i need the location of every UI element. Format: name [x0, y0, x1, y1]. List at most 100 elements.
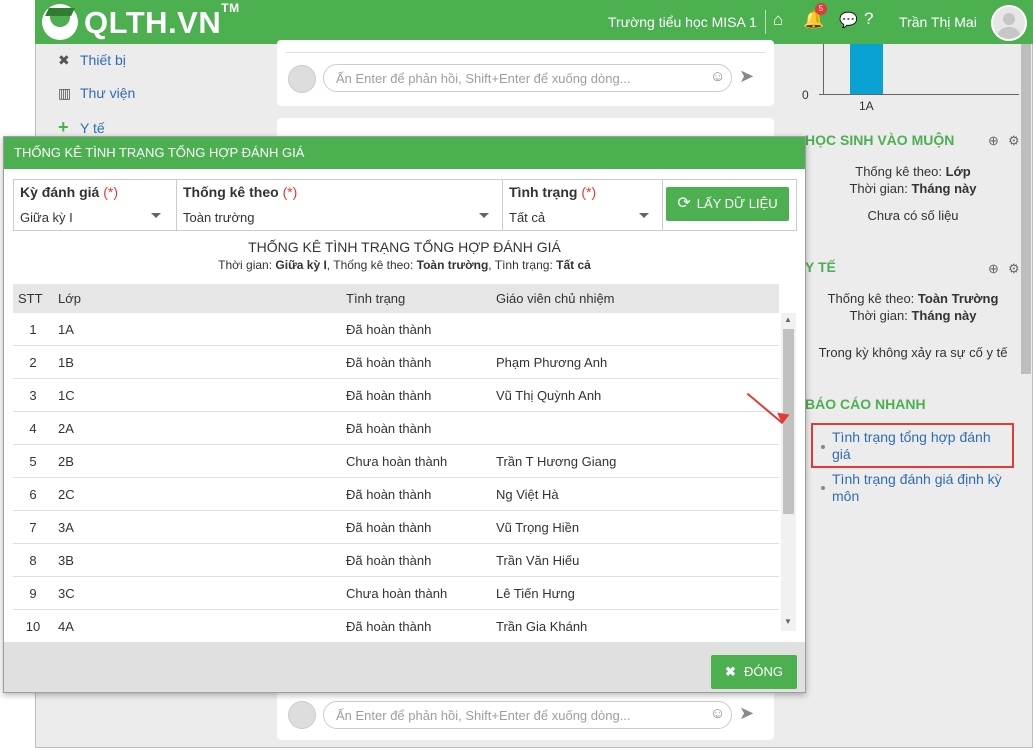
cell-class: 1C: [58, 388, 75, 403]
reply-avatar: [288, 65, 316, 93]
close-button[interactable]: ✖ ĐÓNG: [711, 655, 797, 689]
user-avatar[interactable]: [991, 5, 1027, 41]
sidebar-item-health[interactable]: + Y tế: [58, 117, 105, 138]
brand-name[interactable]: QLTH.VNTM: [84, 1, 240, 41]
statby-value: Toàn trường: [183, 210, 255, 225]
plus-icon: +: [58, 117, 69, 137]
cell-teacher: Lê Tiến Hưng: [496, 586, 575, 601]
help-icon[interactable]: ?: [864, 9, 873, 29]
chevron-down-icon: [479, 213, 489, 218]
scroll-up-icon[interactable]: ▲: [784, 315, 792, 324]
emoji-icon[interactable]: ☺: [710, 705, 725, 722]
zoom-icon[interactable]: ⊕: [988, 133, 999, 149]
cell-stt: 9: [29, 586, 37, 601]
cell-teacher: Vũ Thị Quỳnh Anh: [496, 388, 602, 403]
statby-label: Thống kê theo (*): [183, 184, 298, 200]
get-data-button[interactable]: ⟳ LẤY DỮ LIỆU: [666, 187, 789, 221]
sidebar-item-label: Thiết bị: [80, 52, 126, 68]
cell-stt: 4: [29, 421, 37, 436]
gear-icon[interactable]: ⚙: [1008, 133, 1020, 149]
feed-card: [277, 118, 774, 138]
col-stt: STT: [18, 291, 43, 306]
reply-input[interactable]: Ấn Enter để phản hồi, Shift+Enter để xuố…: [323, 64, 732, 92]
quick-report-title: BÁO CÁO NHANH: [805, 396, 926, 412]
table-row[interactable]: 4 2A Đã hoàn thành: [13, 412, 779, 445]
send-icon[interactable]: ➤: [739, 703, 754, 724]
status-value: Tất cả: [509, 210, 546, 225]
user-name[interactable]: Trần Thị Mai: [899, 14, 977, 30]
table-row[interactable]: 3 1C Đã hoàn thành Vũ Thị Quỳnh Anh: [13, 379, 779, 412]
refresh-icon: ⟳: [677, 195, 691, 212]
table-row[interactable]: 1 1A Đã hoàn thành: [13, 313, 779, 346]
table-header: STT Lớp Tình trạng Giáo viên chủ nhiệm: [13, 284, 779, 313]
status-select[interactable]: Tình trạng (*) Tất cả: [503, 180, 663, 230]
chat-icon[interactable]: 💬: [839, 11, 858, 29]
chart-bar-1a[interactable]: [850, 44, 883, 94]
chart-x-axis: [819, 94, 1019, 95]
cell-status: Đã hoàn thành: [346, 355, 432, 370]
page-scrollbar[interactable]: [1021, 44, 1031, 374]
cell-status: Chưa hoàn thành: [346, 586, 448, 601]
late-students-title: HỌC SINH VÀO MUỘN: [805, 132, 955, 148]
modal-title: THỐNG KÊ TÌNH TRẠNG TỔNG HỢP ĐÁNH GIÁ: [4, 137, 805, 169]
table-row[interactable]: 7 3A Đã hoàn thành Vũ Trọng Hiền: [13, 511, 779, 544]
reply-input[interactable]: Ấn Enter để phản hồi, Shift+Enter để xuố…: [323, 701, 732, 729]
graduation-cap-icon: [45, 8, 75, 16]
cell-class: 3A: [58, 520, 74, 535]
table-row[interactable]: 5 2B Chưa hoàn thành Trần T Hương Giang: [13, 445, 779, 478]
scroll-thumb[interactable]: [783, 329, 794, 514]
cell-status: Đã hoàn thành: [346, 487, 432, 502]
chevron-down-icon: [639, 213, 649, 218]
books-icon: ▥: [58, 85, 72, 101]
sidebar-item-equipment[interactable]: ✖ Thiết bị: [58, 52, 126, 69]
table-row[interactable]: 6 2C Đã hoàn thành Ng Việt Hà: [13, 478, 779, 511]
sidebar-item-library[interactable]: ▥ Thư viện: [58, 85, 135, 102]
cell-class: 2C: [58, 487, 75, 502]
close-icon: ✖: [725, 664, 736, 679]
sidebar-item-label: Thư viện: [80, 85, 136, 101]
table-row[interactable]: 10 4A Đã hoàn thành Trần Gia Khánh: [13, 610, 779, 643]
statby-select[interactable]: Thống kê theo (*) Toàn trường: [177, 180, 503, 230]
gear-icon[interactable]: ⚙: [1008, 261, 1020, 277]
close-label: ĐÓNG: [743, 664, 783, 679]
cell-status: Đã hoàn thành: [346, 322, 432, 337]
send-icon[interactable]: ➤: [739, 66, 754, 87]
school-name[interactable]: Trường tiểu học MISA 1: [608, 14, 757, 30]
header-divider: [765, 10, 766, 34]
table-scrollbar[interactable]: ▲ ▼: [781, 313, 796, 631]
cell-status: Đã hoàn thành: [346, 388, 432, 403]
cell-class: 3B: [58, 553, 74, 568]
sidebar-item-label: Y tế: [80, 120, 105, 136]
table-body: 1 1A Đã hoàn thành 2 1B Đã hoàn thành Phạm Phư…: [13, 313, 779, 643]
table-row[interactable]: 8 3B Đã hoàn thành Trần Văn Hiếu: [13, 544, 779, 577]
late-empty: Chưa có số liệu: [867, 208, 959, 223]
zoom-icon[interactable]: ⊕: [988, 261, 999, 277]
cell-teacher: Vũ Trọng Hiền: [496, 520, 580, 535]
col-status: Tình trạng: [346, 291, 406, 306]
get-data-label: LẤY DỮ LIỆU: [696, 196, 778, 211]
chart-y-tick: 0: [802, 88, 809, 102]
health-stat-by: Thống kê theo: Toàn Trường: [827, 291, 999, 306]
cell-class: 1B: [58, 355, 74, 370]
chart-x-tick: 1A: [859, 99, 874, 113]
bullet: [821, 486, 825, 490]
modal-footer: ✖ ĐÓNG: [4, 642, 805, 692]
stats-modal: THỐNG KÊ TÌNH TRẠNG TỔNG HỢP ĐÁNH GIÁ Kỳ…: [3, 136, 806, 693]
notification-badge: 5: [815, 3, 827, 15]
cell-class: 3C: [58, 586, 75, 601]
table-row[interactable]: 9 3C Chưa hoàn thành Lê Tiến Hưng: [13, 577, 779, 610]
period-select[interactable]: Kỳ đánh giá (*) Giữa kỳ I: [14, 180, 177, 230]
emoji-icon[interactable]: ☺: [710, 68, 725, 85]
cell-status: Đã hoàn thành: [346, 619, 432, 634]
quick-link-periodic-status[interactable]: Tình trạng đánh giá định kỳ môn: [832, 471, 1012, 505]
late-time: Thời gian: Tháng này: [849, 181, 977, 196]
report-subtitle: Thời gian: Giữa kỳ I, Thống kê theo: Toà…: [218, 258, 591, 272]
col-class: Lớp: [58, 291, 81, 306]
home-icon[interactable]: ⌂: [773, 10, 783, 30]
cell-teacher: Ng Việt Hà: [496, 487, 559, 502]
reply-avatar: [288, 701, 316, 729]
table-row[interactable]: 2 1B Đã hoàn thành Phạm Phương Anh: [13, 346, 779, 379]
cell-stt: 3: [29, 388, 37, 403]
scroll-down-icon[interactable]: ▼: [784, 617, 792, 626]
report-title: THỐNG KÊ TÌNH TRẠNG TỔNG HỢP ĐÁNH GIÁ: [248, 239, 561, 255]
